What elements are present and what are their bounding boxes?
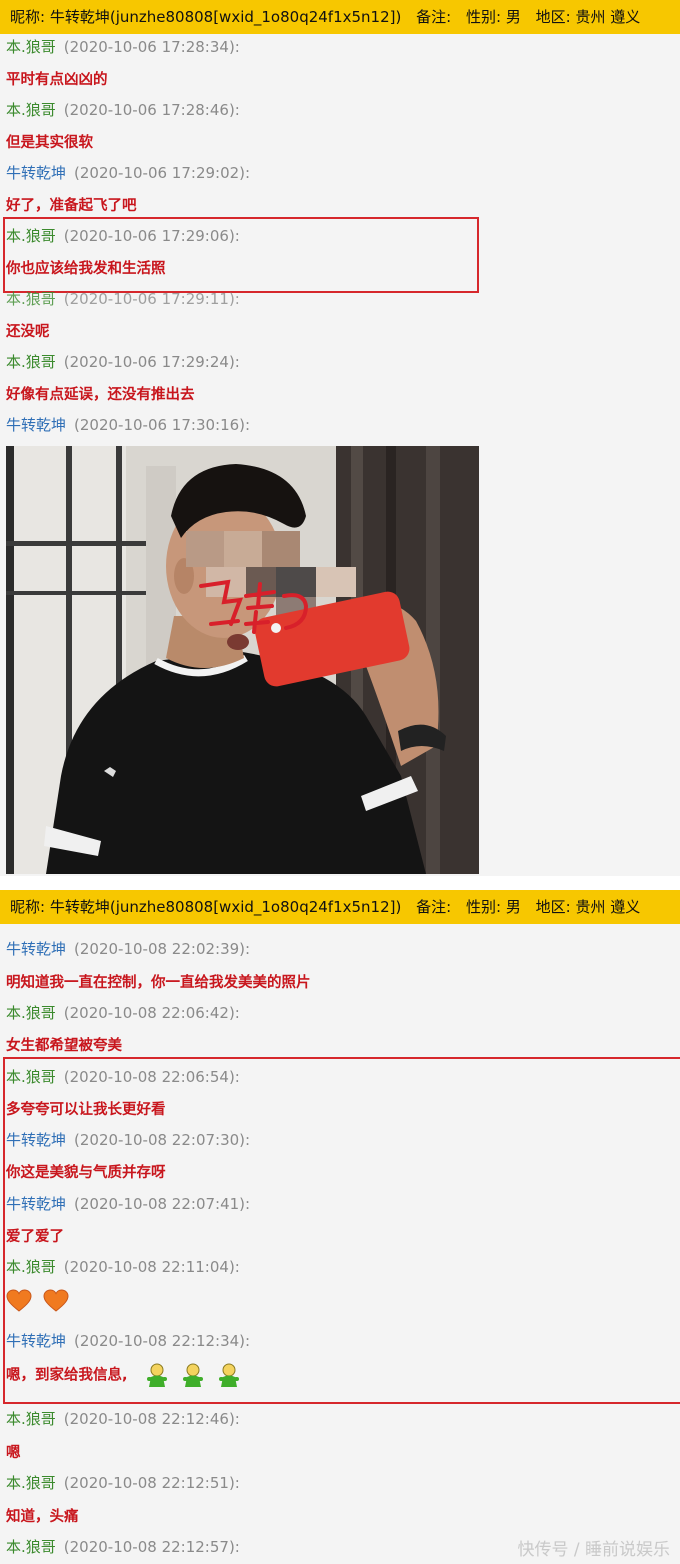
sender-name: 本.狼哥 [6, 290, 56, 308]
timestamp: (2020-10-06 17:30:16): [74, 416, 251, 434]
sender-name: 牛转乾坤 [6, 416, 67, 434]
sender-name: 本.狼哥 [6, 38, 56, 56]
region-value: 贵州 遵义 [575, 898, 641, 916]
message-meta: 本.狼哥 (2020-10-08 22:12:51): [6, 1472, 240, 1493]
message-text: 你也应该给我发和生活照 [6, 261, 166, 277]
nickname-value: 牛转乾坤(junzhe80808[wxid_1o80q24f1x5n12]) [49, 898, 402, 916]
message-meta: 本.狼哥 (2020-10-08 22:06:42): [6, 1002, 240, 1023]
message-text: 知道，头痛 [6, 1509, 79, 1525]
sender-name: 牛转乾坤 [6, 1195, 67, 1213]
timestamp: (2020-10-08 22:07:41): [74, 1195, 251, 1213]
gender-label: 性别: [465, 898, 502, 916]
timestamp: (2020-10-06 17:29:02): [74, 164, 251, 182]
message-text: 女生都希望被夸美 [6, 1038, 122, 1054]
message-text: 明知道我一直在控制，你一直给我发美美的照片 [6, 975, 311, 991]
green-figure-emoji-icon [146, 1363, 167, 1387]
emoji-message [6, 1289, 69, 1317]
timestamp: (2020-10-08 22:02:39): [74, 940, 251, 958]
region-label: 地区: [535, 898, 571, 916]
message-text: 嗯 [6, 1445, 21, 1461]
timestamp: (2020-10-06 17:29:06): [63, 227, 240, 245]
timestamp: (2020-10-06 17:29:24): [63, 353, 240, 371]
sender-name: 本.狼哥 [6, 1068, 56, 1086]
message-meta: 本.狼哥 (2020-10-06 17:28:46): [6, 99, 240, 120]
sender-name: 本.狼哥 [6, 353, 56, 371]
message-text: 你这是美貌与气质并存呀 [6, 1165, 166, 1181]
timestamp: (2020-10-08 22:11:04): [63, 1258, 240, 1276]
message-meta: 牛转乾坤 (2020-10-08 22:07:30): [6, 1129, 250, 1150]
green-figure-emoji-icon [218, 1363, 239, 1387]
message-text: 嗯，到家给我信息, [6, 1367, 128, 1384]
region-value: 贵州 遵义 [575, 8, 641, 26]
timestamp: (2020-10-06 17:28:34): [63, 38, 240, 56]
gender-value: 男 [505, 898, 521, 916]
source-watermark: 快传号 / 睡前说娱乐 [517, 1540, 670, 1560]
message-meta: 牛转乾坤 (2020-10-08 22:12:34): [6, 1330, 250, 1351]
message-text: 多夸夸可以让我长更好看 [6, 1102, 166, 1118]
timestamp: (2020-10-08 22:12:34): [74, 1332, 251, 1350]
sender-name: 牛转乾坤 [6, 164, 67, 182]
sender-name: 牛转乾坤 [6, 1131, 67, 1149]
message-text: 平时有点凶凶的 [6, 72, 108, 88]
message-text: 好像有点延误，还没有推出去 [6, 387, 195, 403]
message-meta: 牛转乾坤 (2020-10-06 17:30:16): [6, 414, 250, 435]
remark-label: 备注: [416, 898, 452, 916]
timestamp: (2020-10-08 22:12:51): [63, 1474, 240, 1492]
nickname-label: 昵称: [10, 898, 46, 916]
message-meta: 本.狼哥 (2020-10-06 17:29:06): [6, 225, 240, 246]
message-meta: 本.狼哥 (2020-10-08 22:11:04): [6, 1256, 240, 1277]
gender-value: 男 [505, 8, 521, 26]
message-text: 爱了爱了 [6, 1229, 64, 1245]
timestamp: (2020-10-08 22:06:42): [63, 1004, 240, 1022]
message-with-emoji: 嗯，到家给我信息, [6, 1362, 242, 1388]
message-meta: 本.狼哥 (2020-10-08 22:12:46): [6, 1408, 240, 1429]
sender-name: 本.狼哥 [6, 1004, 56, 1022]
message-meta: 牛转乾坤 (2020-10-08 22:07:41): [6, 1193, 250, 1214]
contact-header-bar: 昵称: 牛转乾坤(junzhe80808[wxid_1o80q24f1x5n12… [0, 890, 680, 924]
sender-name: 牛转乾坤 [6, 940, 67, 958]
nickname-label: 昵称: [10, 8, 46, 26]
sender-name: 本.狼哥 [6, 227, 56, 245]
heart-emoji-icon [43, 1289, 69, 1312]
timestamp: (2020-10-06 17:28:46): [63, 101, 240, 119]
gender-label: 性别: [465, 8, 502, 26]
remark-label: 备注: [416, 8, 452, 26]
contact-header-bar: 昵称: 牛转乾坤(junzhe80808[wxid_1o80q24f1x5n12… [0, 0, 680, 34]
message-meta: 牛转乾坤 (2020-10-06 17:29:02): [6, 162, 250, 183]
sender-name: 本.狼哥 [6, 1474, 56, 1492]
message-meta: 本.狼哥 (2020-10-06 17:28:34): [6, 36, 240, 57]
sender-name: 本.狼哥 [6, 101, 56, 119]
timestamp: (2020-10-08 22:12:46): [63, 1410, 240, 1428]
sender-name: 本.狼哥 [6, 1410, 56, 1428]
message-text: 但是其实很软 [6, 135, 93, 151]
sender-name: 本.狼哥 [6, 1538, 56, 1556]
message-text: 好了，准备起飞了吧 [6, 198, 137, 214]
region-label: 地区: [535, 8, 571, 26]
nickname-value: 牛转乾坤(junzhe80808[wxid_1o80q24f1x5n12]) [49, 8, 402, 26]
timestamp: (2020-10-08 22:12:57): [63, 1538, 240, 1556]
message-meta: 本.狼哥 (2020-10-08 22:12:57): [6, 1536, 240, 1557]
section-divider [0, 876, 680, 890]
message-meta: 本.狼哥 (2020-10-06 17:29:11): [6, 288, 240, 309]
timestamp: (2020-10-08 22:06:54): [63, 1068, 240, 1086]
sender-name: 牛转乾坤 [6, 1332, 67, 1350]
message-meta: 牛转乾坤 (2020-10-08 22:02:39): [6, 938, 250, 959]
green-figure-emoji-icon [182, 1363, 203, 1387]
message-meta: 本.狼哥 (2020-10-06 17:29:24): [6, 351, 240, 372]
message-text: 还没呢 [6, 324, 50, 340]
timestamp: (2020-10-06 17:29:11): [63, 290, 240, 308]
message-meta: 本.狼哥 (2020-10-08 22:06:54): [6, 1066, 240, 1087]
heart-emoji-icon [6, 1289, 32, 1312]
timestamp: (2020-10-08 22:07:30): [74, 1131, 251, 1149]
sender-name: 本.狼哥 [6, 1258, 56, 1276]
mirror-selfie-photo [6, 446, 479, 874]
